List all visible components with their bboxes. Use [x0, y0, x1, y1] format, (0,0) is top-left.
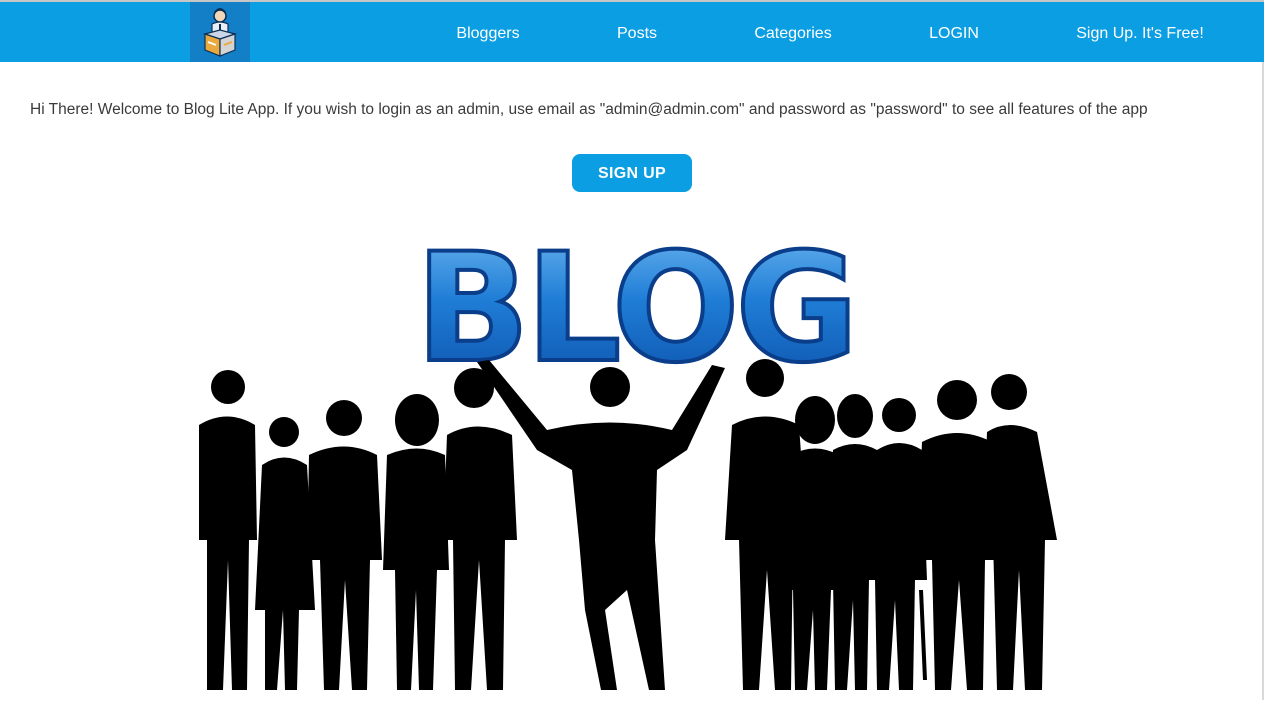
nav-posts-link[interactable]: Posts: [617, 2, 657, 62]
logo-icon[interactable]: [190, 2, 250, 62]
nav-signup-link[interactable]: Sign Up. It's Free!: [1076, 2, 1204, 62]
nav-bloggers-link[interactable]: Bloggers: [456, 2, 519, 62]
top-navbar: Bloggers Posts Categories LOGIN Sign Up.…: [0, 2, 1264, 62]
nav-login-link[interactable]: LOGIN: [929, 2, 979, 62]
welcome-message: Hi There! Welcome to Blog Lite App. If y…: [30, 101, 1148, 118]
nav-categories-link[interactable]: Categories: [754, 2, 831, 62]
hero-blog-image: BLOG: [187, 210, 1059, 700]
signup-button[interactable]: SIGN UP: [572, 154, 692, 192]
